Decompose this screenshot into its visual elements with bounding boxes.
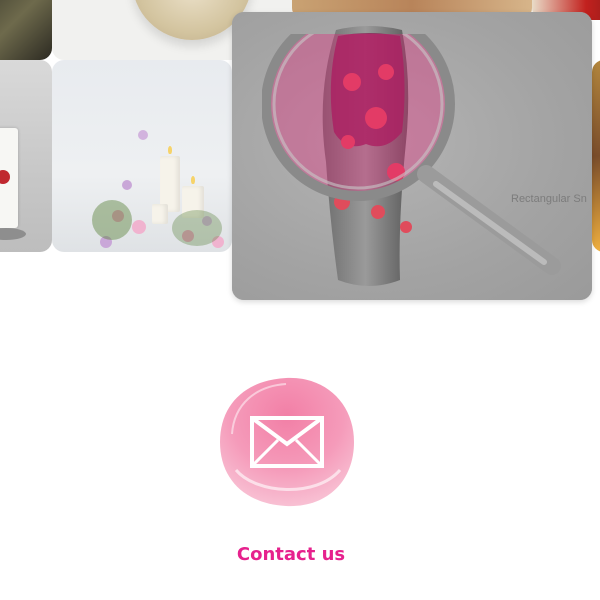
foliage-image xyxy=(92,200,132,240)
flame-image xyxy=(191,176,195,184)
envelope-icon[interactable] xyxy=(216,374,358,510)
image-preview-overlay[interactable]: Rectangular Sn xyxy=(232,12,592,300)
page: Rectangular Sn Contact us xyxy=(0,0,600,600)
magnifier-icon xyxy=(262,34,582,284)
flame-image xyxy=(168,146,172,154)
snip-tooltip-label: Rectangular Sn xyxy=(511,193,587,205)
card-stand-image xyxy=(0,228,26,240)
contact-us-link[interactable]: Contact us xyxy=(200,544,382,570)
flower-image xyxy=(132,220,146,234)
candle-image xyxy=(152,204,168,224)
gallery-tile-card[interactable] xyxy=(0,60,52,252)
flower-image xyxy=(122,180,132,190)
flower-image xyxy=(138,130,148,140)
gallery-tile-top-left[interactable] xyxy=(0,0,52,60)
gallery-tile-candles[interactable] xyxy=(52,60,232,252)
gallery-tile-right-strip[interactable] xyxy=(592,60,600,252)
foliage-image xyxy=(172,210,222,246)
